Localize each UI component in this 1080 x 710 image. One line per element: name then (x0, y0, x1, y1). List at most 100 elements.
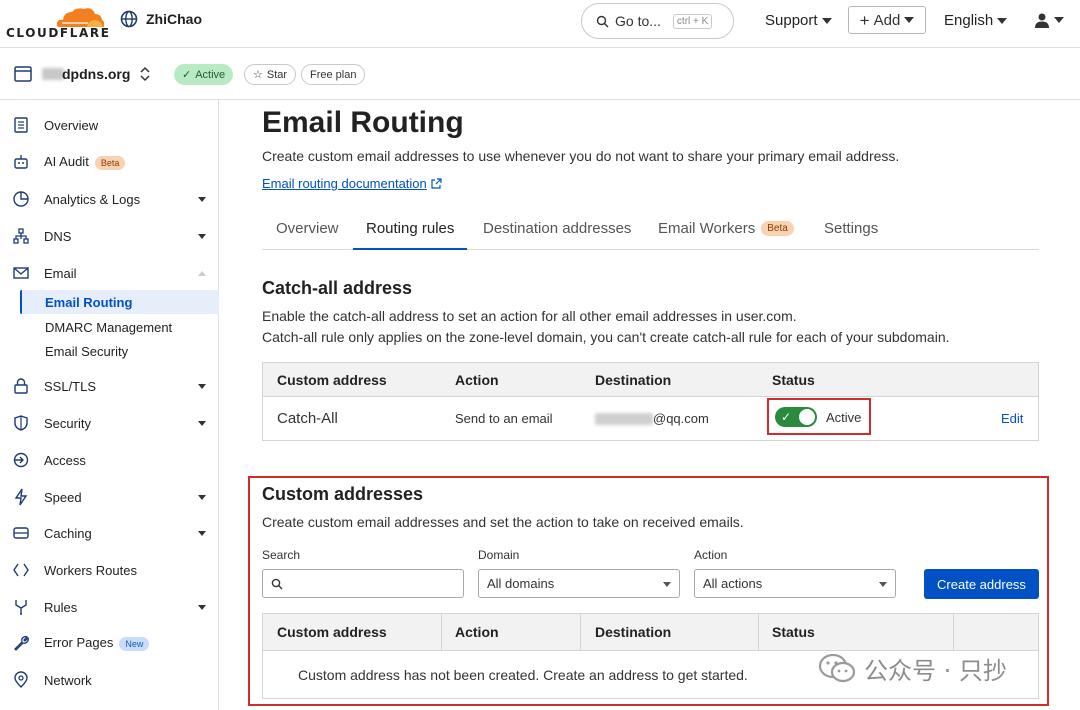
redacted-text (42, 68, 64, 80)
documentation-link[interactable]: Email routing documentation (262, 176, 442, 191)
zone-bar: dpdns.org ✓ Active ☆ Star Free plan (0, 48, 1080, 100)
sidebar-item-label: DNS (44, 228, 72, 244)
edit-link[interactable]: Edit (1001, 411, 1023, 426)
check-icon: ✓ (182, 69, 192, 81)
language-menu[interactable]: English (944, 12, 1008, 29)
sidebar-subitem-email-security[interactable]: Email Security (20, 339, 219, 363)
column-header: Custom address (277, 372, 387, 388)
main-content: Email Routing Create custom email addres… (220, 100, 1080, 710)
chevron-down-icon (1054, 17, 1064, 23)
brand-text: CLOUDFLARE (6, 26, 111, 40)
star-button[interactable]: ☆ Star (244, 64, 297, 85)
sidebar-item-overview[interactable]: Overview (0, 110, 219, 140)
empty-state-message: Custom address has not been created. Cre… (298, 667, 748, 683)
page-title: Email Routing (262, 106, 464, 139)
add-label: Add (873, 11, 901, 29)
watermark-text: 公众号 · 只抄 (864, 657, 1007, 685)
custom-addresses-title: Custom addresses (262, 484, 424, 504)
tab-destination-addresses[interactable]: Destination addresses (483, 220, 631, 250)
search-icon (271, 578, 283, 589)
search-input[interactable] (262, 569, 464, 598)
robot-icon (14, 155, 28, 169)
column-header: Custom address (277, 624, 387, 640)
highlight-box (767, 398, 871, 435)
sidebar-item-label: AI Audit Beta (44, 154, 126, 170)
sidebar-item-caching[interactable]: Caching (0, 518, 219, 548)
catch-all-description-1: Enable the catch-all address to set an a… (262, 308, 797, 324)
plan-label: Free plan (310, 68, 357, 81)
access-icon (13, 452, 29, 468)
sidebar-subitem-dmarc[interactable]: DMARC Management (20, 315, 219, 339)
beta-badge: Beta (94, 156, 126, 170)
chevron-down-icon (198, 383, 206, 389)
cloudflare-logo[interactable]: CLOUDFLARE (6, 4, 109, 44)
search-icon (596, 15, 609, 27)
document-icon (14, 117, 28, 133)
domain-select[interactable]: All domains (478, 569, 680, 598)
chevron-down-icon (821, 17, 832, 24)
sidebar-item-workers-routes[interactable]: Workers Routes (0, 555, 219, 585)
cloud-logo-icon (56, 8, 105, 27)
sidebar-item-error-pages[interactable]: Error Pages New (0, 628, 219, 658)
globe-icon (120, 10, 138, 28)
sidebar-item-email[interactable]: Email (0, 258, 219, 288)
custom-addresses-description: Create custom email addresses and set th… (262, 514, 744, 530)
column-header: Destination (595, 372, 672, 388)
support-label: Support (765, 12, 818, 29)
tab-overview[interactable]: Overview (276, 220, 339, 250)
sidebar-item-ai-audit[interactable]: AI Audit Beta (0, 147, 219, 177)
language-label: English (944, 12, 994, 29)
sidebar-item-access[interactable]: Access (0, 445, 219, 475)
column-divider (441, 614, 442, 651)
sidebar-item-label: Speed (44, 489, 82, 505)
sidebar-item-ssl-tls[interactable]: SSL/TLS (0, 371, 219, 401)
status-label: Active (195, 68, 226, 81)
sidebar-item-speed[interactable]: Speed (0, 482, 219, 512)
domain-select-value: All domains (487, 576, 555, 591)
wrench-icon (14, 635, 29, 651)
support-menu[interactable]: Support (765, 12, 832, 29)
chevron-up-icon (198, 270, 206, 276)
documentation-link-label: Email routing documentation (262, 176, 427, 191)
redacted-text (595, 413, 653, 425)
chevron-down-icon (198, 196, 206, 202)
tab-settings[interactable]: Settings (824, 220, 878, 250)
chevron-down-icon (198, 420, 206, 426)
create-address-button[interactable]: Create address (924, 569, 1039, 599)
sidebar-item-rules[interactable]: Rules (0, 592, 219, 622)
sidebar-item-label: Workers Routes (44, 562, 137, 578)
sidebar-item-network[interactable]: Network (0, 665, 219, 695)
action-select[interactable]: All actions (694, 569, 896, 598)
beta-badge: Beta (761, 221, 794, 236)
sidebar-item-label: Security (44, 415, 91, 431)
sidebar-item-security[interactable]: Security (0, 408, 219, 438)
zone-name[interactable]: dpdns.org (62, 66, 130, 82)
tab-email-workers[interactable]: Email Workers Beta (658, 220, 794, 250)
column-header: Action (455, 624, 499, 640)
sidebar-item-analytics[interactable]: Analytics & Logs (0, 184, 219, 214)
chevron-down-icon (663, 582, 671, 587)
sidebar-item-label: Access (44, 452, 86, 468)
sidebar-item-label: Error Pages New (44, 635, 150, 651)
domain-label: Domain (478, 548, 520, 562)
plan-badge[interactable]: Free plan (301, 64, 366, 85)
chevron-down-icon (198, 604, 206, 610)
top-bar: CLOUDFLARE ZhiChao Go to... ctrl + K Sup… (0, 0, 1080, 48)
column-header: Status (772, 372, 815, 388)
tab-routing-rules[interactable]: Routing rules (353, 220, 468, 250)
sidebar: Overview AI Audit Beta Analytics & Logs D… (0, 100, 219, 710)
user-menu[interactable] (1034, 12, 1064, 28)
account-switcher[interactable]: ZhiChao (120, 10, 202, 28)
chevron-down-icon (198, 233, 206, 239)
catch-all-title: Catch-all address (262, 278, 413, 298)
chevron-up-down-icon[interactable] (138, 65, 152, 83)
chevron-down-icon (198, 494, 206, 500)
action-select-value: All actions (703, 576, 763, 591)
go-to-search[interactable]: Go to... ctrl + K (581, 3, 734, 39)
sidebar-item-dns[interactable]: DNS (0, 221, 219, 251)
add-button[interactable]: + Add (848, 6, 926, 34)
go-to-label: Go to... (615, 13, 661, 29)
sidebar-item-label: Network (44, 672, 92, 688)
sidebar-subitem-email-routing[interactable]: Email Routing (20, 290, 219, 314)
chevron-down-icon (879, 582, 887, 587)
